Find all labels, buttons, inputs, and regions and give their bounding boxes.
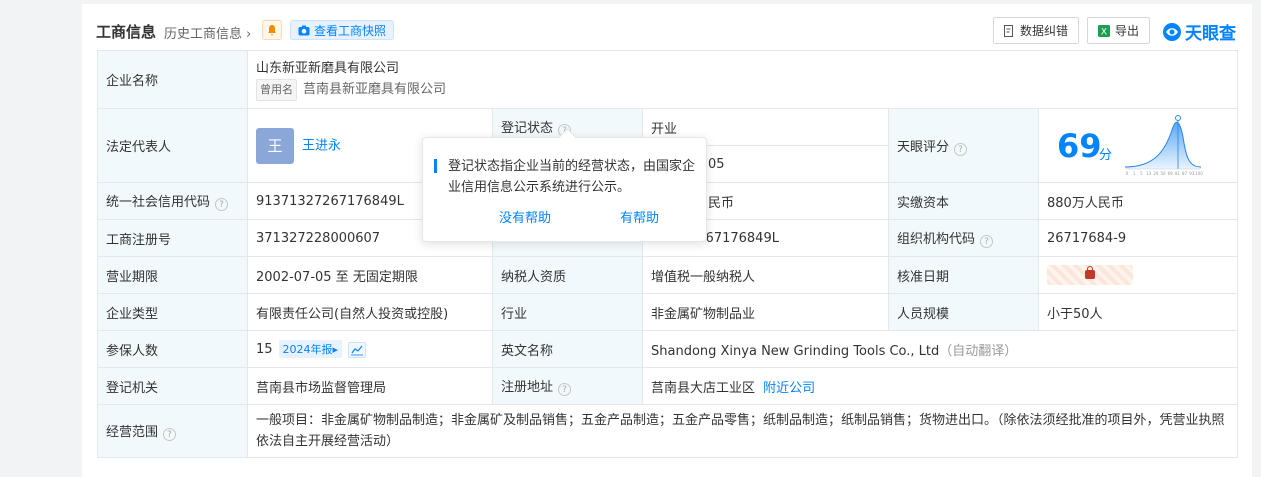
help-icon[interactable]: ? [558, 383, 572, 396]
help-icon[interactable]: ? [980, 235, 994, 248]
score-tick-label: 81 [1175, 171, 1181, 176]
camera-icon [298, 25, 310, 35]
excel-icon: X [1098, 24, 1110, 37]
score-distribution-chart: 0 1 5 13 29 50 69 81 87 93 100 [1124, 115, 1203, 176]
paid-capital-label: 实缴资本 [888, 182, 1039, 220]
company-name-label: 企业名称 [97, 50, 248, 109]
lock-icon [1085, 266, 1095, 279]
tooltip-text: 登记状态指企业当前的经营状态，由国家企业信用信息公示系统进行公示。 [448, 159, 696, 195]
helpful-button[interactable]: 有帮助 [620, 207, 659, 226]
table-row: 营业期限 2002-07-05 至 无固定期限 纳税人资质 增值税一般纳税人 核… [97, 256, 1239, 294]
paid-capital-value: 880万人民币 [1037, 182, 1239, 220]
company-name: 山东新亚新磨具有限公司 [256, 60, 400, 76]
score-marker [1175, 115, 1181, 121]
industry-label: 行业 [492, 293, 643, 331]
score-tick-label: 29 [1153, 171, 1159, 176]
export-button[interactable]: X 导出 [1087, 17, 1151, 44]
term-label: 营业期限 [97, 256, 248, 294]
authority-label: 登记机关 [97, 367, 248, 405]
nearby-companies-link[interactable]: 附近公司 [763, 381, 815, 396]
svg-text:X: X [1101, 27, 1107, 37]
trend-icon[interactable] [348, 341, 367, 358]
tianyan-score-label: 天眼评分? [888, 108, 1039, 183]
snapshot-button[interactable]: 查看工商快照 [290, 20, 395, 40]
org-code-value: 26717684-9 [1037, 219, 1239, 257]
scope-value: 一般项目：非金属矿物制品制造；非金属矿及制品销售；五金产品制造；五金产品零售；纸… [246, 404, 1239, 458]
tooltip-accent-bar [434, 159, 437, 173]
score-value: 69 [1057, 127, 1102, 165]
score-tick-label: 0 [1126, 171, 1129, 176]
tianyancha-logo[interactable]: 天眼查 [1162, 19, 1236, 44]
auto-translate-note: （自动翻译） [939, 343, 1018, 359]
type-value: 有限责任公司(自然人投资或控股) [247, 293, 493, 331]
staff-value: 小于50人 [1037, 293, 1239, 331]
address-label: 注册地址? [492, 367, 643, 405]
tianyan-score-cell[interactable]: 69 分 0 1 5 13 29 50 69 81 87 93 100 [1037, 108, 1239, 183]
approve-date-value[interactable] [1037, 256, 1239, 294]
export-label: 导出 [1115, 24, 1140, 38]
type-label: 企业类型 [97, 293, 248, 331]
score-tick-label: 87 [1182, 171, 1188, 176]
en-name-label: 英文名称 [492, 330, 643, 368]
score-tick-label: 5 [1140, 171, 1143, 176]
locked-value[interactable] [1047, 265, 1133, 285]
bell-icon[interactable] [262, 20, 282, 40]
reg-status-tooltip: 登记状态指企业当前的经营状态，由国家企业信用信息公示系统进行公示。 没有帮助 有… [422, 137, 707, 242]
annual-report-tag[interactable]: 2024年报▸ [278, 340, 343, 358]
business-info-table: 企业名称 山东新亚新磨具有限公司 曾用名 莒南县新亚磨具有限公司 法定代表人 王王… [97, 50, 1239, 458]
table-row: 经营范围? 一般项目：非金属矿物制品制造；非金属矿及制品销售；五金产品制造；五金… [97, 404, 1239, 458]
insured-cell: 15 2024年报▸ [247, 330, 493, 368]
no-help-button[interactable]: 没有帮助 [499, 207, 551, 226]
staff-label: 人员规模 [888, 293, 1039, 331]
former-name-tag: 曾用名 [256, 78, 297, 101]
avatar: 王 [256, 127, 294, 164]
edit-icon [1004, 24, 1013, 37]
data-fix-button[interactable]: 数据纠错 [993, 17, 1080, 44]
legal-rep-name[interactable]: 王进永 [302, 138, 341, 153]
help-icon[interactable]: ? [954, 142, 968, 156]
regno-label: 工商注册号 [97, 219, 248, 257]
score-tick-label: 1 [1133, 171, 1136, 176]
data-fix-label: 数据纠错 [1020, 24, 1069, 38]
logo-icon [1163, 22, 1181, 41]
table-row: 参保人数 15 2024年报▸ 英文名称 Shandong Xinya New G… [97, 330, 1239, 368]
insured-value: 15 [256, 342, 273, 357]
score-tick-label: 100 [1195, 171, 1203, 176]
former-name: 莒南县新亚磨具有限公司 [303, 81, 447, 97]
address-value: 莒南县大店工业区 [651, 380, 756, 396]
en-name-cell: Shandong Xinya New Grinding Tools Co., L… [641, 330, 1239, 368]
org-code-label: 组织机构代码? [888, 219, 1039, 257]
company-name-cell: 山东新亚新磨具有限公司 曾用名 莒南县新亚磨具有限公司 [246, 50, 1239, 109]
score-tick-label: 69 [1168, 171, 1174, 176]
score-unit: 分 [1099, 148, 1113, 163]
score-tick-label: 13 [1146, 171, 1152, 176]
term-value: 2002-07-05 至 无固定期限 [247, 256, 493, 294]
en-name-value: Shandong Xinya New Grinding Tools Co., L… [651, 343, 940, 359]
table-row: 企业名称 山东新亚新磨具有限公司 曾用名 莒南县新亚磨具有限公司 [97, 50, 1239, 109]
score-tick-label: 50 [1160, 171, 1166, 176]
industry-value: 非金属矿物制品业 [642, 293, 889, 331]
snapshot-label: 查看工商快照 [314, 23, 387, 38]
credit-code-label: 统一社会信用代码? [97, 182, 248, 220]
address-cell: 莒南县大店工业区 附近公司 [641, 367, 1239, 405]
scope-label: 经营范围? [97, 404, 248, 458]
legal-rep-label: 法定代表人 [97, 108, 248, 183]
help-icon[interactable]: ? [163, 428, 177, 441]
authority-value: 莒南县市场监督管理局 [247, 367, 493, 405]
help-icon[interactable]: ? [215, 198, 229, 211]
section-header: 工商信息 历史工商信息 › 查看工商快照 数据纠错 X 导出 天眼查 [82, 10, 1252, 48]
insured-label: 参保人数 [97, 330, 248, 368]
table-row: 企业类型 有限责任公司(自然人投资或控股) 行业 非金属矿物制品业 人员规模 小… [97, 293, 1239, 331]
taxpayer-label: 纳税人资质 [492, 256, 643, 294]
taxpayer-value: 增值税一般纳税人 [642, 256, 889, 294]
section-title: 工商信息 [96, 23, 157, 41]
logo-text: 天眼查 [1185, 24, 1236, 44]
table-row: 登记机关 莒南县市场监督管理局 注册地址? 莒南县大店工业区 附近公司 [97, 367, 1239, 405]
history-link[interactable]: 历史工商信息 › [164, 23, 251, 42]
score-tick-label: 93 [1189, 171, 1195, 176]
approve-date-label: 核准日期 [888, 256, 1039, 294]
